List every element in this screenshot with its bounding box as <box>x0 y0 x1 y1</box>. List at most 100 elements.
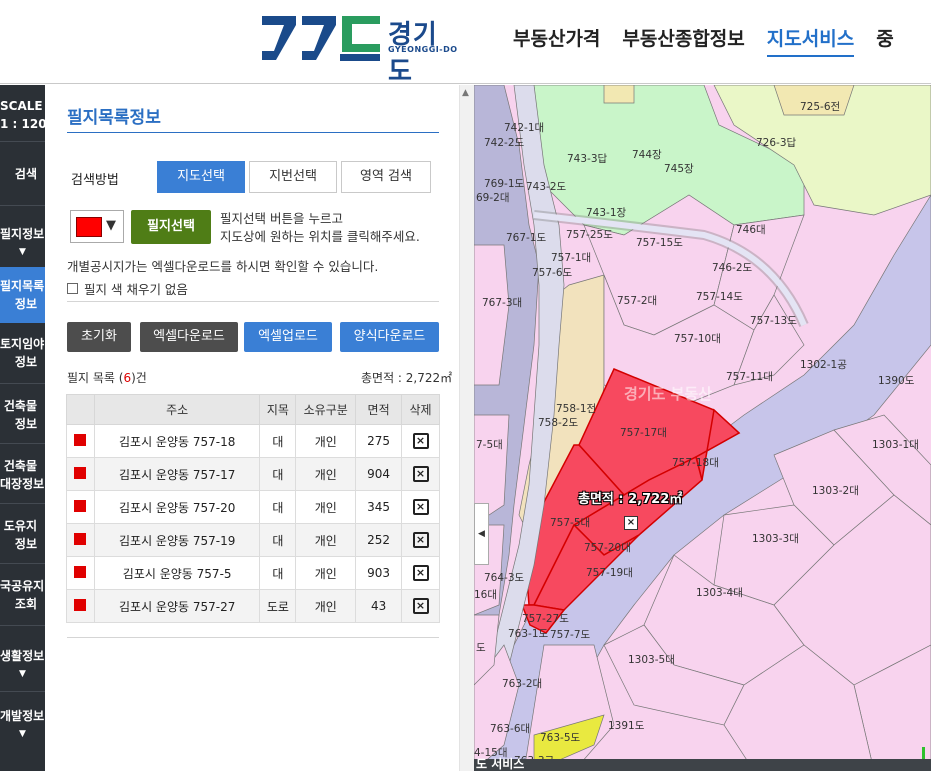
map-parcel-label: 726-3답 <box>756 137 797 149</box>
delete-row-icon[interactable]: × <box>412 532 429 548</box>
sidebar-item-parcel-info[interactable]: 필지정보 ▼ <box>0 225 45 261</box>
template-download-button[interactable]: 양식다운로드 <box>340 322 439 352</box>
parcel-color-marker <box>74 565 87 578</box>
map-parcel-label: 763-5도 <box>540 732 581 744</box>
scroll-up-icon[interactable]: ▲ <box>462 88 469 98</box>
cell-land-type: 대 <box>259 556 297 590</box>
panel-title: 필지목록정보 <box>67 108 161 128</box>
logo-english-text: GYEONGGI-DO <box>388 45 458 54</box>
table-row[interactable]: 김포시 운양동 757-27 도로 개인 43 × <box>66 589 440 623</box>
map-parcel-label: 743-1장 <box>586 207 627 219</box>
sidebar-item-dev-info[interactable]: 개발정보 ▼ <box>0 707 45 743</box>
sidebar-item-building-ledger[interactable]: 건축물 대장정보 <box>0 457 45 493</box>
map-parcel-label: 767-1도 <box>506 232 547 244</box>
cell-land-type: 대 <box>259 490 297 524</box>
panel-scrollbar[interactable]: ▲ <box>459 85 474 771</box>
sidebar-item-label: 대장정보 <box>0 477 45 491</box>
sidebar-item-life-info[interactable]: 생활정보 ▼ <box>0 647 45 683</box>
map-parcel-label: 757-18대 <box>672 457 719 469</box>
sidebar-item-label: 정보 <box>14 537 37 551</box>
cadastral-map[interactable]: 725-6전 742-1대 742-2도 743-3답 744장 726-3답 … <box>474 85 931 771</box>
map-parcel-label: 757-13도 <box>750 315 797 327</box>
map-parcel-label: 742-1대 <box>504 122 545 134</box>
delete-row-icon[interactable]: × <box>412 565 429 581</box>
table-header-row: 주소 지목 소유구분 면적 삭제 <box>66 394 440 425</box>
sidebar-item-label: 토지임야 <box>0 337 45 351</box>
fill-color-select[interactable]: ▼ <box>70 210 124 243</box>
reset-button[interactable]: 초기화 <box>67 322 131 352</box>
table-row[interactable]: 김포시 운양동 757-19 대 개인 252 × <box>66 523 440 557</box>
map-parcel-label: 742-2도 <box>484 137 525 149</box>
sidebar-item-parcel-list[interactable]: 필지목록 정보 <box>0 267 45 323</box>
scale-indicator: SCALE 1 : 1200 <box>0 97 45 133</box>
map-parcel-label: 746대 <box>736 224 766 236</box>
site-header: 경기도 GYEONGGI-DO 부동산가격 부동산종합정보 지도서비스 중 <box>0 0 931 87</box>
no-fill-checkbox-row[interactable]: 필지 색 채우기 없음 <box>67 279 188 298</box>
collapse-panel-handle[interactable]: ◀ <box>474 503 489 565</box>
sidebar-item-label: 조회 <box>14 597 37 611</box>
map-parcel-label: 1302-1공 <box>800 359 847 371</box>
col-address: 주소 <box>93 394 261 425</box>
sidebar-item-provincial-land[interactable]: 도유지 정보 <box>0 517 45 553</box>
map-parcel-label: 744장 <box>632 149 662 161</box>
map-parcel-label: 769-1도 <box>484 178 525 190</box>
sidebar-item-label: 건축물 <box>3 459 37 473</box>
dropdown-arrow-icon: ▼ <box>106 218 116 233</box>
parcel-select-button[interactable]: 필지선택 <box>131 210 211 244</box>
close-icon[interactable]: × <box>624 516 638 530</box>
map-total-area-tag: 총면적 : 2,722㎡ <box>578 492 683 507</box>
map-parcel-label: 767-3대 <box>482 297 523 309</box>
map-watermark: 경기도 부동산 <box>624 385 713 403</box>
cell-land-type: 도로 <box>259 589 297 623</box>
divider <box>67 301 439 302</box>
sidebar-item-building-info[interactable]: 건축물 정보 <box>0 397 45 433</box>
sidebar-item-label: 도유지 <box>3 519 37 533</box>
cell-ownership: 개인 <box>295 424 357 458</box>
nav-more[interactable]: 중 <box>876 24 893 57</box>
map-parcel-label: 757-15도 <box>636 237 683 249</box>
delete-row-icon[interactable]: × <box>412 466 429 482</box>
gyeonggi-logo[interactable]: 경기도 GYEONGGI-DO <box>262 14 462 87</box>
total-area: 총면적 : 2,722㎡ <box>361 371 453 385</box>
delete-row-icon[interactable]: × <box>412 499 429 515</box>
sidebar-item-label: 생활정보 <box>0 649 45 663</box>
map-parcel-label: 16대 <box>474 589 498 601</box>
map-parcel-label: 1303-2대 <box>812 485 859 497</box>
tab-area-search[interactable]: 영역 검색 <box>341 161 431 193</box>
no-fill-checkbox[interactable] <box>67 283 78 294</box>
sidebar-item-label: 필지정보 <box>0 227 45 241</box>
sidebar-item-land-info[interactable]: 토지임야 정보 <box>0 335 45 371</box>
cell-ownership: 개인 <box>295 490 357 524</box>
excel-download-button[interactable]: 엑셀다운로드 <box>140 322 238 352</box>
map-parcel-label: 763-2대 <box>502 678 543 690</box>
table-row[interactable]: 김포시 운양동 757-5 대 개인 903 × <box>66 556 440 590</box>
table-row[interactable]: 김포시 운양동 757-17 대 개인 904 × <box>66 457 440 491</box>
sidebar-item-label: 정보 <box>14 417 37 431</box>
tab-lot-number-select[interactable]: 지번선택 <box>249 161 337 193</box>
map-parcel-label: 757-10대 <box>674 333 721 345</box>
col-area: 면적 <box>355 394 403 425</box>
map-bottom-text: 도 서비스 <box>476 757 525 771</box>
delete-row-icon[interactable]: × <box>412 598 429 614</box>
delete-row-icon[interactable]: × <box>412 433 429 449</box>
col-delete: 삭제 <box>401 394 440 425</box>
pick-help-line-2: 지도상에 원하는 위치를 클릭해주세요. <box>220 229 420 244</box>
cell-ownership: 개인 <box>295 556 357 590</box>
sidebar-item-label: 정보 <box>14 297 37 311</box>
tab-map-select[interactable]: 지도선택 <box>157 161 245 193</box>
parcel-color-marker <box>74 433 87 446</box>
map-parcel-label: 1303-4대 <box>696 587 743 599</box>
cell-area: 345 <box>355 490 403 524</box>
map-parcel-label: 725-6전 <box>800 101 841 113</box>
cell-address: 김포시 운양동 757-27 <box>93 589 261 623</box>
sidebar-item-public-land[interactable]: 국공유지 조회 <box>0 577 45 613</box>
map-parcel-label: 757-1대 <box>551 252 592 264</box>
nav-map-service[interactable]: 지도서비스 <box>766 24 855 57</box>
nav-real-estate-info[interactable]: 부동산종합정보 <box>622 24 744 57</box>
table-row[interactable]: 김포시 운양동 757-18 대 개인 275 × <box>66 424 440 458</box>
nav-real-estate-price[interactable]: 부동산가격 <box>513 24 600 57</box>
excel-upload-button[interactable]: 엑셀업로드 <box>244 322 332 352</box>
sidebar-item-label: 개발정보 <box>0 709 45 723</box>
sidebar-item-search[interactable]: 검색 <box>0 165 45 183</box>
table-row[interactable]: 김포시 운양동 757-20 대 개인 345 × <box>66 490 440 524</box>
